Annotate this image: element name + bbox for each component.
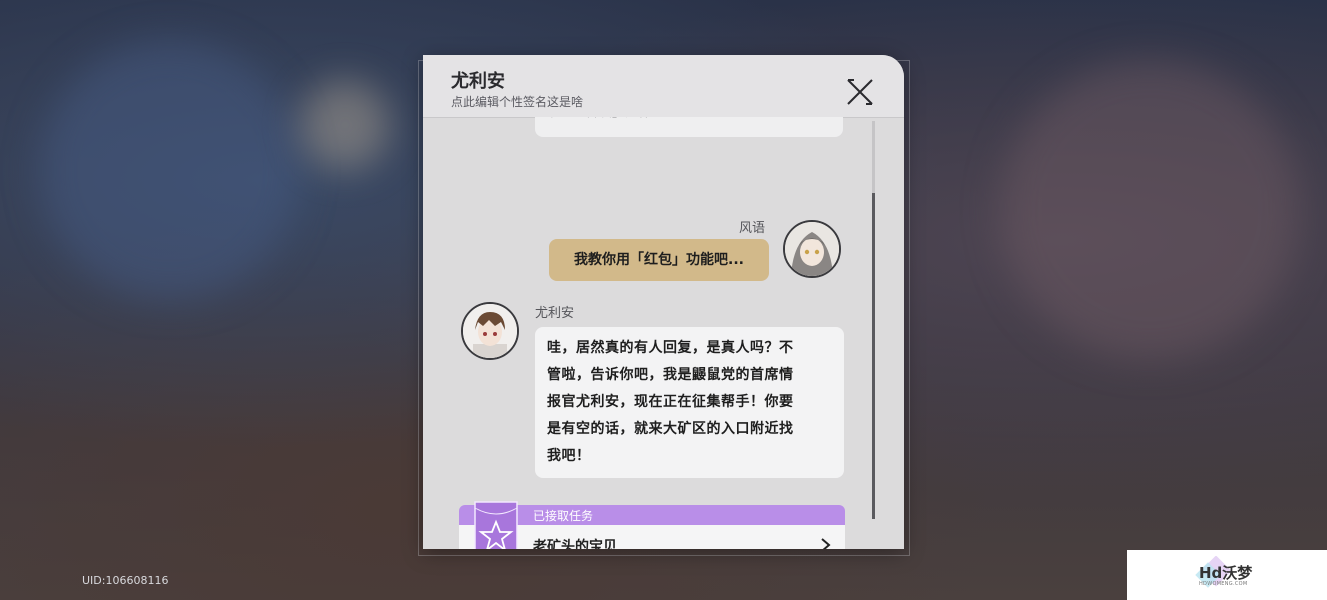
scrollbar-thumb[interactable] [872, 193, 875, 519]
contact-name: 尤利安 [451, 71, 505, 92]
message-line: 报官尤利安，现在正在征集帮手！你要 [547, 394, 794, 410]
message-list[interactable]: 啊…「群友」是什么意思？ 风语 我教你用「红包」功能吧... [423, 117, 904, 549]
close-icon[interactable] [845, 77, 875, 107]
watermark-brand: Hd沃梦 [1199, 564, 1253, 582]
quest-card[interactable]: 已接取任务 老矿头的宝贝 [459, 501, 845, 549]
message-line: 是有空的话，就来大矿区的入口附近找 [547, 421, 794, 437]
message-line: 管啦，告诉你吧，我是鼹鼠党的首席情 [547, 367, 794, 383]
incoming-message-bubble: 哇，居然真的有人回复，是真人吗？不 管啦，告诉你吧，我是鼹鼠党的首席情 报官尤利… [535, 327, 844, 478]
quest-status: 已接取任务 [533, 509, 594, 523]
background-blur [40, 40, 300, 300]
chat-panel: 尤利安 点此编辑个性签名这是啥 啊…「群友」是什么意思？ 风语 我教你用「红包」… [423, 55, 904, 549]
incoming-sender-name: 尤利安 [535, 306, 575, 321]
star-badge-icon [473, 500, 519, 549]
outgoing-message-bubble: 我教你用「红包」功能吧... [549, 239, 769, 281]
contact-avatar [461, 302, 519, 360]
contact-signature[interactable]: 点此编辑个性签名这是啥 [451, 93, 583, 110]
background-blur [300, 80, 390, 170]
uid-label: UID:106608116 [82, 574, 169, 587]
quest-title: 老矿头的宝贝 [533, 539, 617, 549]
chat-header: 尤利安 点此编辑个性签名这是啥 [423, 55, 904, 118]
watermark: Hd沃梦 HDWOMENG.COM [1127, 550, 1327, 600]
background-blur [1000, 60, 1300, 360]
message-line: 哇，居然真的有人回复，是真人吗？不 [547, 340, 794, 356]
message-line: 我吧！ [547, 448, 591, 464]
message-bubble-partial: 啊…「群友」是什么意思？ [535, 117, 843, 137]
self-avatar [783, 220, 841, 278]
watermark-sub: HDWOMENG.COM [1199, 581, 1248, 587]
outgoing-sender-name: 风语 [739, 221, 766, 236]
chevron-right-icon[interactable] [819, 537, 833, 549]
